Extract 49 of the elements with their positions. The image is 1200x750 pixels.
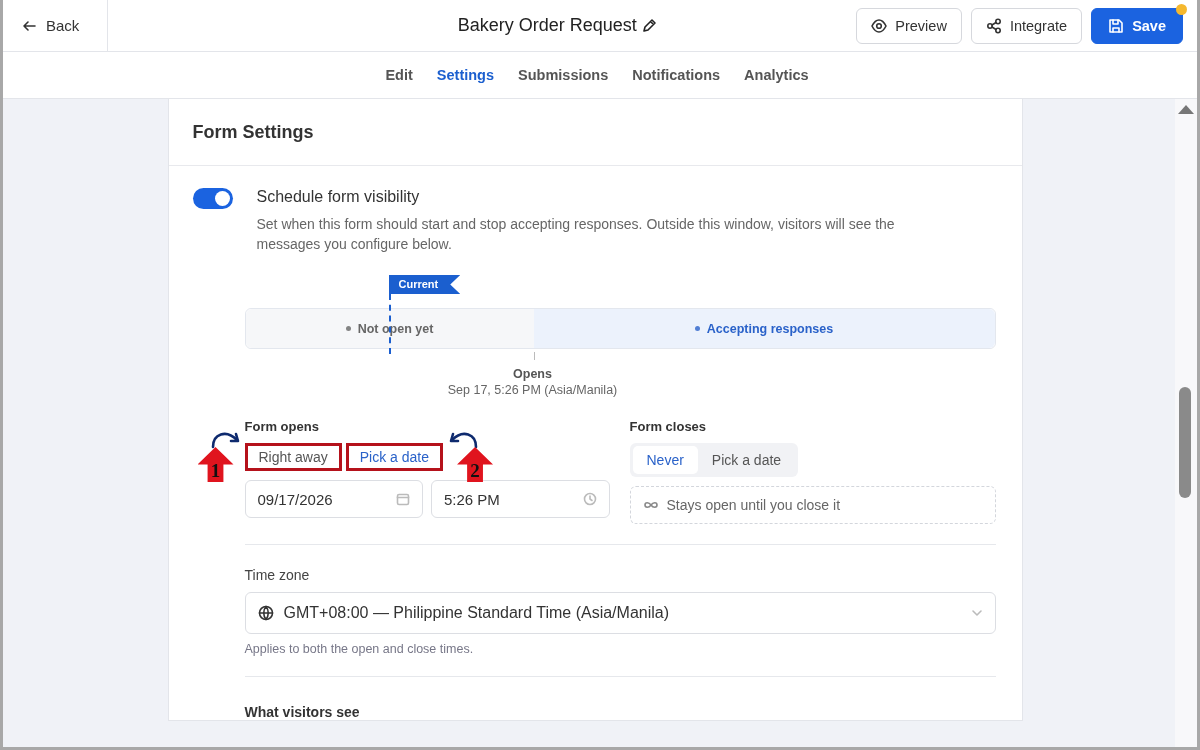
option-tab[interactable]: Never [632, 446, 698, 474]
tab[interactable]: Analytics [733, 52, 820, 98]
integrate-button[interactable]: Integrate [970, 7, 1083, 44]
current-flag: Current [388, 275, 461, 294]
curved-arrow [447, 430, 480, 449]
time-field[interactable]: 5:26 PM [431, 480, 610, 518]
setting-description: Set when this form should start and stop accepting responses. Outside this window, visitors will see the messages you configure below. [256, 215, 896, 254]
status-dot [694, 326, 700, 331]
step-marker: 1 [197, 447, 234, 482]
section-title: What visitors see [244, 704, 361, 720]
scrollbar-thumb[interactable] [1179, 387, 1191, 498]
preview-button[interactable]: Preview [856, 7, 962, 44]
globe-icon [257, 605, 274, 621]
timezone-select[interactable]: GMT+08:00 — Philippine Standard Time (Asia/Manila) [244, 592, 996, 634]
arrow-left-icon [22, 18, 36, 33]
field-label: Form closes [629, 419, 708, 434]
form-title: Bakery Order Request [457, 15, 637, 36]
date-field[interactable]: 09/17/2026 [244, 480, 423, 518]
field-label: Time zone [244, 567, 311, 583]
option-tab[interactable]: Right away [244, 443, 342, 471]
step-marker: 2 [457, 447, 494, 482]
share-icon [985, 17, 1002, 34]
field-label: Form opens [244, 419, 320, 434]
tab[interactable]: Submissions [507, 52, 620, 98]
back-button[interactable]: Back [3, 0, 109, 51]
clock-icon [582, 492, 597, 506]
chevron-down-icon [970, 607, 983, 619]
field-hint: Applies to both the open and close times. [244, 642, 475, 656]
tab[interactable]: Edit [374, 52, 424, 98]
time-value: 5:26 PM [444, 490, 500, 508]
boundary-label: Opens [513, 367, 552, 381]
curved-arrow [209, 430, 242, 449]
boundary-time: Sep 17, 5:26 PM (Asia/Manila) [447, 383, 618, 397]
status-dot [345, 326, 351, 331]
date-value: 09/17/2026 [257, 490, 333, 508]
segment-label: Accepting responses [706, 321, 834, 336]
calendar-icon [396, 492, 410, 506]
pencil-icon[interactable] [640, 17, 657, 34]
tab[interactable]: Notifications [621, 52, 732, 98]
toggle-switch[interactable] [192, 188, 233, 209]
card-title: Form Settings [192, 121, 314, 143]
option-tab[interactable]: Pick a date [345, 443, 444, 471]
scroll-up-icon[interactable] [1178, 105, 1194, 114]
setting-title: Schedule form visibility [256, 188, 421, 206]
closing-note: Stays open until you close it [666, 497, 841, 513]
tick-mark [533, 352, 535, 360]
option-tab[interactable]: Pick a date [697, 446, 796, 474]
eye-icon [871, 17, 888, 34]
tab[interactable]: Settings [425, 52, 505, 98]
